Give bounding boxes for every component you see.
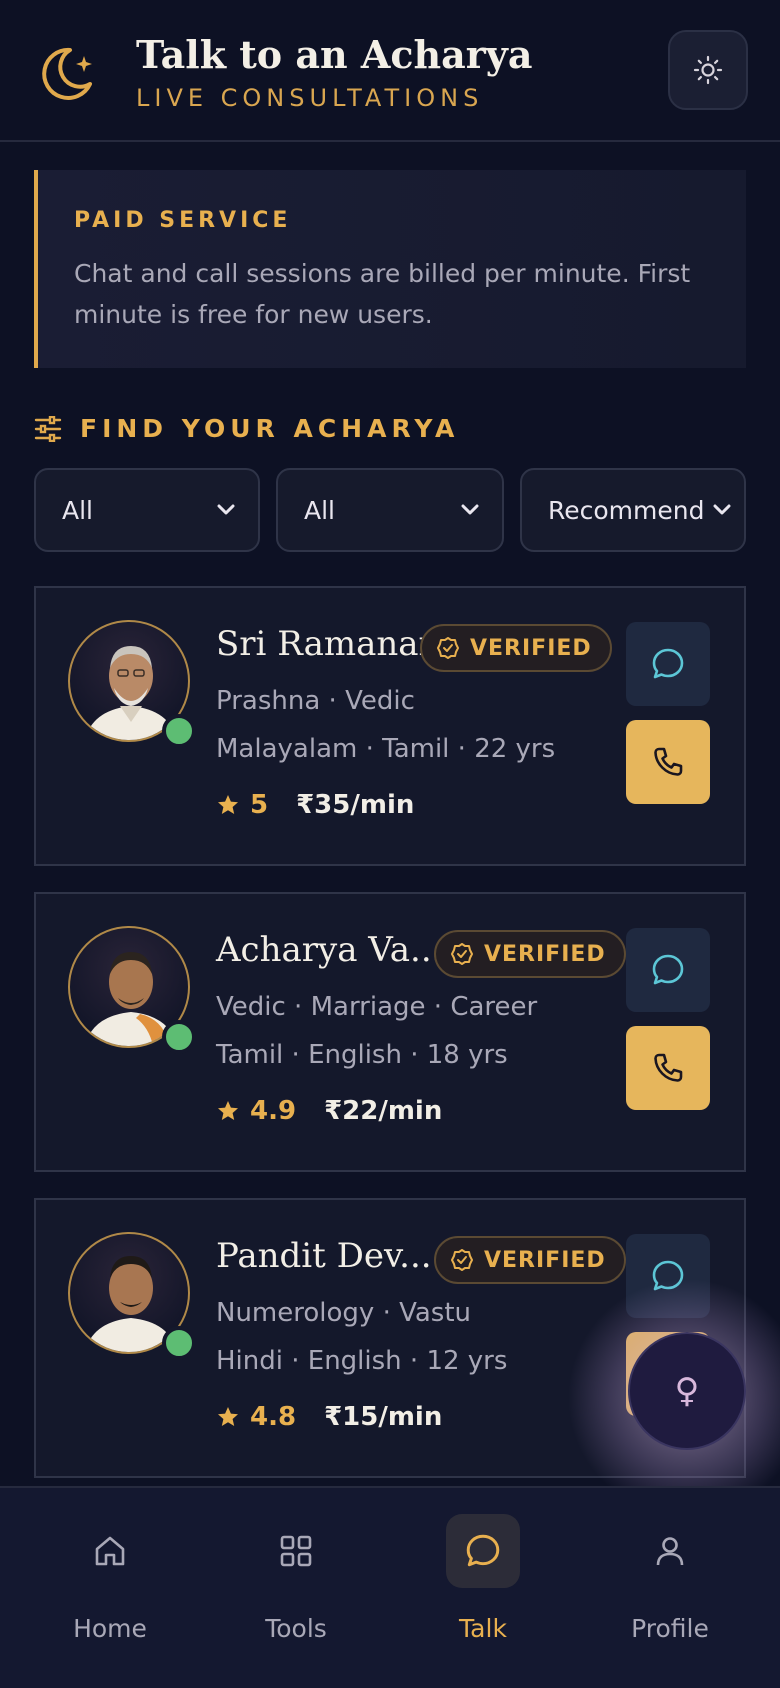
phone-icon	[654, 1053, 683, 1082]
filter-select-2-value: All	[304, 495, 335, 525]
theme-toggle-button[interactable]	[668, 30, 748, 110]
online-indicator	[162, 1020, 196, 1054]
chat-button[interactable]	[626, 928, 710, 1012]
chevron-down-icon	[217, 504, 235, 515]
page-subtitle: LIVE CONSULTATIONS	[136, 84, 484, 112]
verified-badge: VERIFIED	[434, 1236, 626, 1284]
call-button[interactable]	[626, 1026, 710, 1110]
acharya-languages: Hindi · English · 12 yrs	[216, 1346, 508, 1376]
rating-value: 4.8	[250, 1402, 297, 1432]
acharya-languages: Tamil · English · 18 yrs	[216, 1040, 508, 1070]
verified-icon	[451, 1249, 473, 1271]
notice-title: PAID SERVICE	[74, 208, 292, 233]
online-indicator	[162, 1326, 196, 1360]
acharya-languages: Malayalam · Tamil · 22 yrs	[216, 734, 556, 764]
filter-select-2[interactable]: All	[276, 468, 504, 552]
nav-item-home[interactable]: Home	[30, 1514, 190, 1664]
acharya-name: Sri Ramanan	[216, 624, 441, 664]
chat-icon	[446, 1514, 520, 1588]
chat-button[interactable]	[626, 622, 710, 706]
star-icon	[218, 1101, 238, 1120]
price-per-minute: ₹35/min	[296, 790, 415, 820]
chat-icon	[652, 954, 684, 985]
nav-label: Profile	[631, 1614, 709, 1643]
acharya-meta: 5 ₹35/min	[216, 790, 414, 820]
nav-item-talk[interactable]: Talk	[403, 1514, 563, 1664]
verified-label: VERIFIED	[470, 635, 592, 661]
verified-label: VERIFIED	[484, 1247, 606, 1273]
bottom-nav: Home Tools Talk Profile	[0, 1486, 780, 1688]
moon-star-icon	[42, 47, 92, 100]
price-per-minute: ₹22/min	[324, 1096, 443, 1126]
verified-icon	[437, 637, 459, 659]
verified-badge: VERIFIED	[434, 930, 626, 978]
page-title: Talk to an Acharya	[136, 32, 533, 77]
acharya-name: Pandit Dev...	[216, 1236, 432, 1276]
filter-select-1[interactable]: All	[34, 468, 260, 552]
filter-heading-label: FIND YOUR ACHARYA	[80, 414, 460, 443]
notice-body: Chat and call sessions are billed per mi…	[74, 259, 691, 329]
nav-item-profile[interactable]: Profile	[590, 1514, 750, 1664]
acharya-name: Acharya Va...	[216, 930, 443, 970]
star-icon	[218, 1407, 238, 1426]
acharya-specialties: Vedic · Marriage · Career	[216, 992, 538, 1022]
nav-label: Talk	[459, 1614, 507, 1643]
user-icon	[633, 1514, 707, 1588]
nav-label: Tools	[265, 1614, 327, 1643]
verified-label: VERIFIED	[484, 941, 606, 967]
rating-value: 5	[250, 790, 269, 820]
sort-select[interactable]: Recommend	[520, 468, 746, 552]
filter-select-1-value: All	[62, 495, 93, 525]
verified-icon	[451, 943, 473, 965]
nav-item-tools[interactable]: Tools	[216, 1514, 376, 1664]
sliders-icon	[34, 415, 62, 442]
sun-icon	[693, 55, 723, 85]
filter-heading: FIND YOUR ACHARYA	[34, 414, 459, 443]
chat-icon	[652, 648, 684, 679]
online-indicator	[162, 714, 196, 748]
floating-action-button[interactable]: ♀	[628, 1332, 746, 1450]
app-header: Talk to an Acharya LIVE CONSULTATIONS	[0, 0, 780, 142]
chevron-down-icon	[713, 504, 731, 515]
chevron-down-icon	[461, 504, 479, 515]
call-button[interactable]	[626, 720, 710, 804]
acharya-meta: 4.8 ₹15/min	[216, 1402, 442, 1432]
acharya-card[interactable]: Acharya Va... VERIFIED Vedic · Marriage …	[34, 892, 746, 1172]
nav-label: Home	[73, 1614, 147, 1643]
acharya-specialties: Numerology · Vastu	[216, 1298, 472, 1328]
verified-badge: VERIFIED	[420, 624, 612, 672]
acharya-card[interactable]: Sri Ramanan VERIFIED Prashna · Vedic Mal…	[34, 586, 746, 866]
phone-icon	[654, 747, 683, 776]
paid-service-notice: PAID SERVICE Chat and call sessions are …	[34, 170, 746, 368]
acharya-specialties: Prashna · Vedic	[216, 686, 415, 716]
price-per-minute: ₹15/min	[324, 1402, 443, 1432]
home-icon	[73, 1514, 147, 1588]
star-icon	[218, 795, 238, 814]
sort-select-value: Recommend	[548, 495, 705, 525]
rating-value: 4.9	[250, 1096, 297, 1126]
grid-icon	[259, 1514, 333, 1588]
acharya-meta: 4.9 ₹22/min	[216, 1096, 442, 1126]
venus-icon: ♀	[674, 1371, 700, 1411]
